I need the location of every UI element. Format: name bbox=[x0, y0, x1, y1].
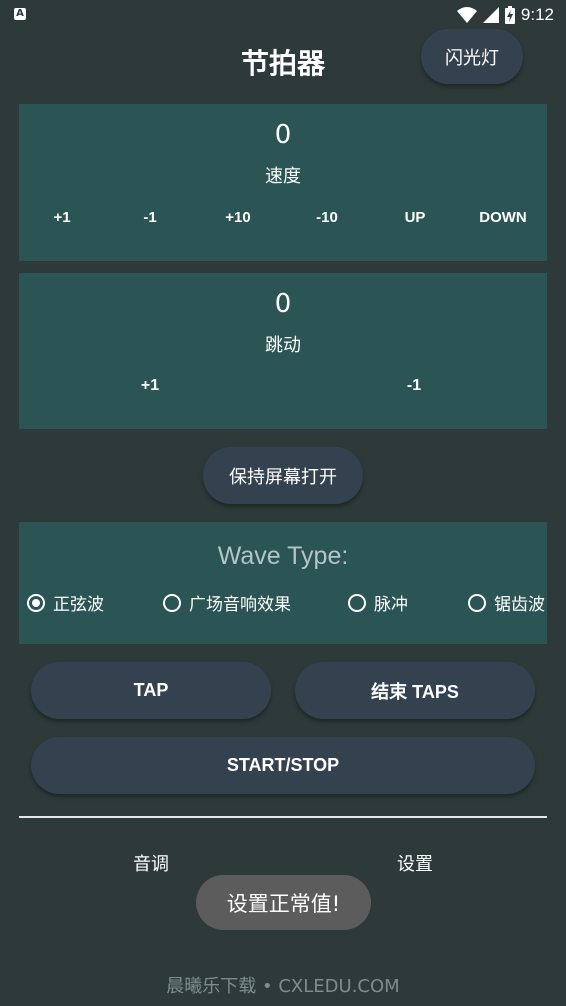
speed-value: 0 bbox=[274, 120, 292, 150]
keep-screen-on-button[interactable]: 保持屏幕打开 bbox=[203, 447, 363, 504]
watermark: 晨曦乐下载 • CXLEDU.COM bbox=[166, 976, 400, 997]
app-notification-icon: A bbox=[14, 8, 26, 20]
status-time: 9:12 bbox=[520, 5, 554, 24]
status-icons: 9:12 bbox=[456, 4, 554, 26]
wave-type-panel: Wave Type: 正弦波 广场音响效果 脉冲 锯齿波 bbox=[19, 522, 547, 644]
wave-type-title: Wave Type: bbox=[217, 542, 349, 570]
wave-option-label: 广场音响效果 bbox=[189, 595, 291, 615]
radio-unchecked-icon bbox=[163, 593, 181, 612]
beat-label: 跳动 bbox=[265, 335, 301, 356]
beat-value: 0 bbox=[274, 289, 292, 319]
wave-option-sine[interactable]: 正弦波 bbox=[27, 590, 104, 615]
radio-checked-icon bbox=[27, 593, 45, 612]
divider bbox=[19, 816, 547, 818]
tap-button[interactable]: TAP bbox=[31, 662, 271, 719]
speed-down-button[interactable]: DOWN bbox=[479, 209, 527, 226]
speed-plus10-button[interactable]: +10 bbox=[225, 209, 250, 226]
end-taps-button[interactable]: 结束 TAPS bbox=[295, 662, 535, 719]
speed-up-button[interactable]: UP bbox=[405, 209, 426, 226]
beat-plus1-button[interactable]: +1 bbox=[141, 377, 159, 395]
speed-label: 速度 bbox=[265, 166, 301, 187]
beat-panel: 0 跳动 +1 -1 bbox=[19, 273, 547, 429]
radio-unchecked-icon bbox=[348, 593, 366, 612]
signal-icon bbox=[482, 7, 499, 23]
wave-option-label: 锯齿波 bbox=[494, 595, 545, 615]
battery-icon bbox=[504, 6, 515, 24]
wave-option-square[interactable]: 广场音响效果 bbox=[163, 590, 291, 615]
beat-minus1-button[interactable]: -1 bbox=[407, 377, 421, 395]
flashlight-button[interactable]: 闪光灯 bbox=[421, 29, 523, 84]
wave-option-label: 脉冲 bbox=[374, 595, 408, 615]
wave-option-pulse[interactable]: 脉冲 bbox=[348, 590, 408, 615]
tab-settings[interactable]: 设置 bbox=[397, 850, 433, 876]
status-bar: A 9:12 bbox=[0, 0, 566, 30]
radio-unchecked-icon bbox=[468, 593, 486, 612]
speed-minus10-button[interactable]: -10 bbox=[316, 209, 338, 226]
speed-minus1-button[interactable]: -1 bbox=[143, 209, 156, 226]
speed-plus1-button[interactable]: +1 bbox=[53, 209, 70, 226]
start-stop-button[interactable]: START/STOP bbox=[31, 737, 535, 794]
wifi-icon bbox=[456, 7, 477, 23]
speed-panel: 0 速度 +1 -1 +10 -10 UP DOWN bbox=[19, 104, 547, 261]
wave-option-sawtooth[interactable]: 锯齿波 bbox=[468, 590, 545, 615]
toast-message: 设置正常值! bbox=[196, 875, 371, 930]
wave-option-label: 正弦波 bbox=[53, 595, 104, 615]
tab-tone[interactable]: 音调 bbox=[133, 850, 169, 876]
